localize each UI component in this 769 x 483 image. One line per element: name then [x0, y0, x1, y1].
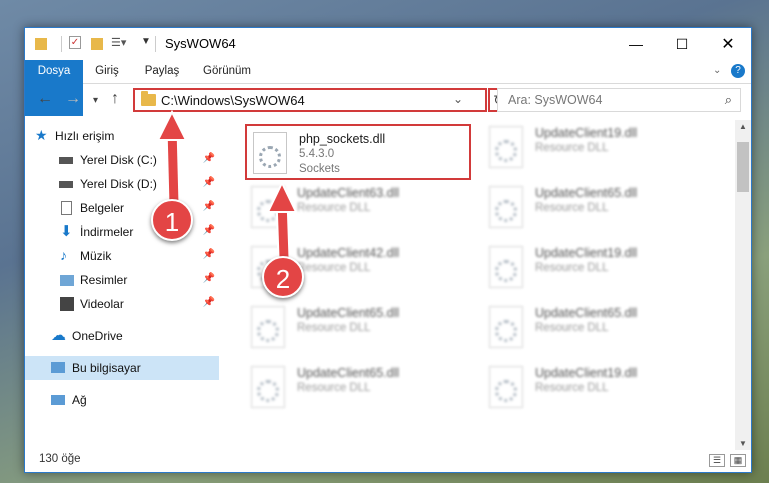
arrow-2 — [266, 180, 298, 259]
arrow-1 — [156, 109, 188, 206]
step-badge-2: 2 — [262, 256, 304, 298]
annotation-arrows — [156, 109, 298, 259]
step-badge-1: 1 — [151, 199, 193, 241]
